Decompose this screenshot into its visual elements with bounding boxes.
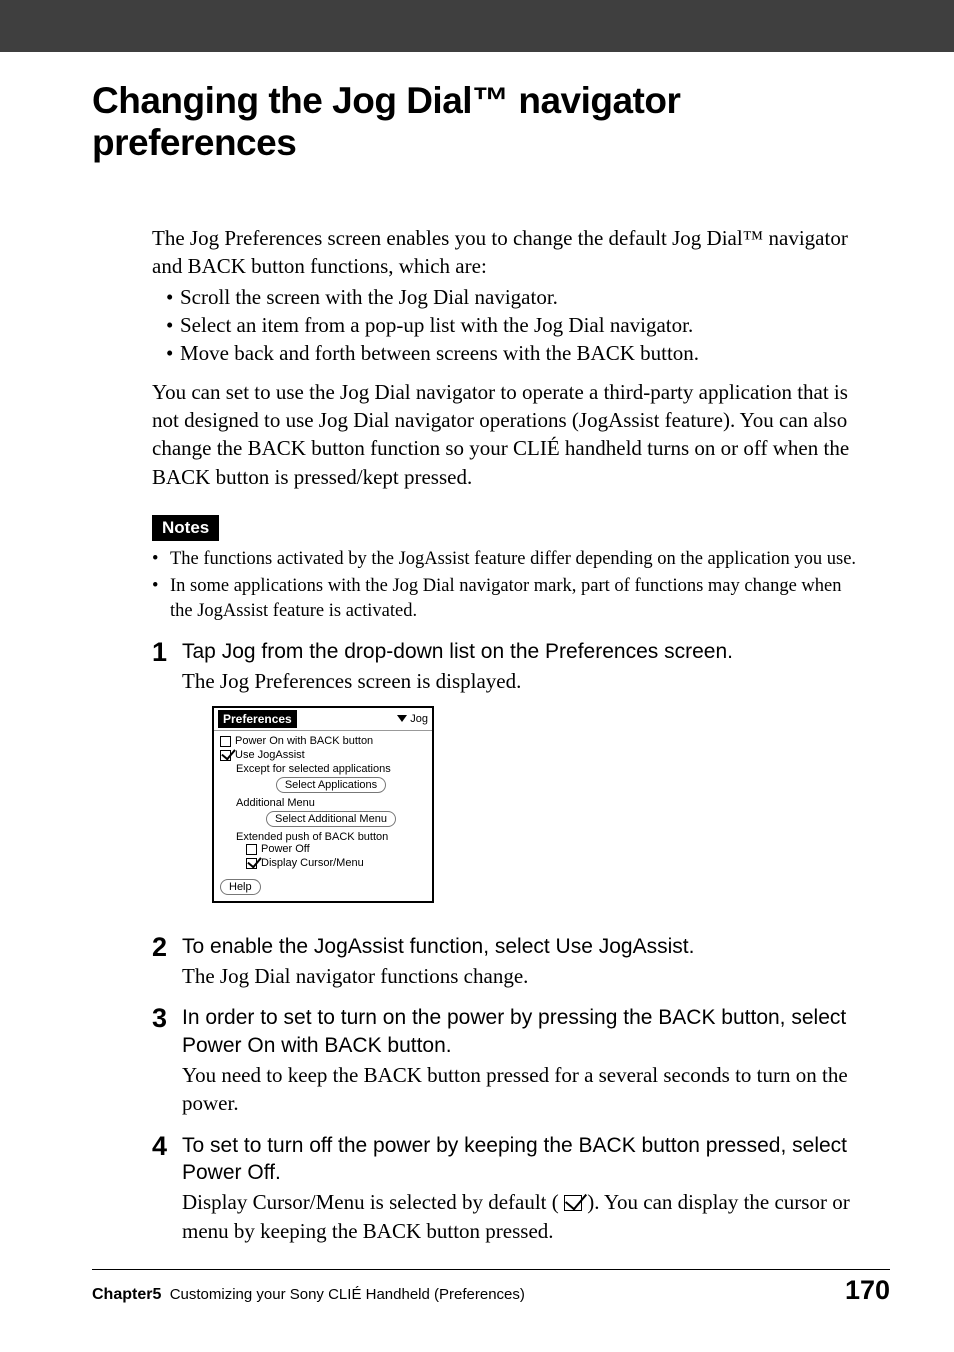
step-heading: In order to set to turn on the power by … <box>182 1004 862 1059</box>
except-label: Except for selected applications <box>236 763 426 775</box>
note-bullet: • <box>152 574 170 624</box>
footer-chapter-label: Chapter5 <box>92 1286 161 1303</box>
dropdown-icon <box>397 715 407 722</box>
jog-preferences-screenshot: Preferences Jog Power On with BACK butto… <box>212 706 434 903</box>
dropdown-value: Jog <box>410 713 428 725</box>
step-desc: You need to keep the BACK button pressed… <box>182 1061 862 1118</box>
step-desc: The Jog Dial navigator functions change. <box>182 962 862 990</box>
extended-push-label: Extended push of BACK button <box>236 831 426 843</box>
additional-menu-label: Additional Menu <box>236 797 426 809</box>
step-number: 3 <box>152 1004 182 1117</box>
bullet-dot: • <box>166 283 180 311</box>
step-heading: To set to turn off the power by keeping … <box>182 1132 862 1187</box>
row-use-jogassist[interactable]: Use JogAssist <box>220 749 426 761</box>
intro-bullet-3: Move back and forth between screens with… <box>180 339 699 367</box>
step-3: 3 In order to set to turn on the power b… <box>152 1004 862 1117</box>
footer-chapter-desc: Customizing your Sony CLIÉ Handheld (Pre… <box>170 1286 525 1303</box>
step-number: 2 <box>152 933 182 991</box>
checkbox-checked-icon[interactable] <box>220 750 231 761</box>
intro-paragraph-2: You can set to use the Jog Dial navigato… <box>152 378 862 491</box>
checked-checkbox-icon <box>564 1195 582 1211</box>
row-label: Display Cursor/Menu <box>261 857 364 869</box>
screenshot-title: Preferences <box>218 710 297 728</box>
step-desc-pre: Display Cursor/Menu is selected by defau… <box>182 1190 559 1214</box>
intro-bullet-1: Scroll the screen with the Jog Dial navi… <box>180 283 558 311</box>
bullet-dot: • <box>166 311 180 339</box>
step-2: 2 To enable the JogAssist function, sele… <box>152 933 862 991</box>
footer-chapter: Chapter5 Customizing your Sony CLIÉ Hand… <box>92 1286 525 1304</box>
row-label: Use JogAssist <box>235 749 305 761</box>
row-display-cursor-menu[interactable]: Display Cursor/Menu <box>246 857 426 869</box>
step-4: 4 To set to turn off the power by keepin… <box>152 1132 862 1245</box>
notes-label: Notes <box>152 515 219 541</box>
page-number: 170 <box>845 1275 890 1306</box>
step-desc: The Jog Preferences screen is displayed. <box>182 667 862 695</box>
step-1: 1 Tap Jog from the drop-down list on the… <box>152 638 862 919</box>
footer-rule <box>92 1269 890 1270</box>
intro-paragraph-1: The Jog Preferences screen enables you t… <box>152 224 862 281</box>
select-applications-button[interactable]: Select Applications <box>276 777 386 793</box>
row-power-on-back[interactable]: Power On with BACK button <box>220 735 426 747</box>
page-title: Changing the Jog Dial™ navigator prefere… <box>92 80 862 164</box>
header-bar <box>0 0 954 52</box>
checkbox-checked-icon[interactable] <box>246 858 257 869</box>
note-2: In some applications with the Jog Dial n… <box>170 574 862 624</box>
bullet-dot: • <box>166 339 180 367</box>
screenshot-dropdown[interactable]: Jog <box>397 713 428 725</box>
step-heading: To enable the JogAssist function, select… <box>182 933 862 960</box>
row-label: Power Off <box>261 843 310 855</box>
step-desc: Display Cursor/Menu is selected by defau… <box>182 1188 862 1245</box>
note-bullet: • <box>152 547 170 572</box>
help-button[interactable]: Help <box>220 879 261 895</box>
row-label: Power On with BACK button <box>235 735 373 747</box>
step-heading: Tap Jog from the drop-down list on the P… <box>182 638 862 665</box>
select-additional-menu-button[interactable]: Select Additional Menu <box>266 811 396 827</box>
row-power-off[interactable]: Power Off <box>246 843 426 855</box>
note-1: The functions activated by the JogAssist… <box>170 547 862 572</box>
step-number: 4 <box>152 1132 182 1245</box>
intro-bullet-2: Select an item from a pop-up list with t… <box>180 311 693 339</box>
step-number: 1 <box>152 638 182 919</box>
